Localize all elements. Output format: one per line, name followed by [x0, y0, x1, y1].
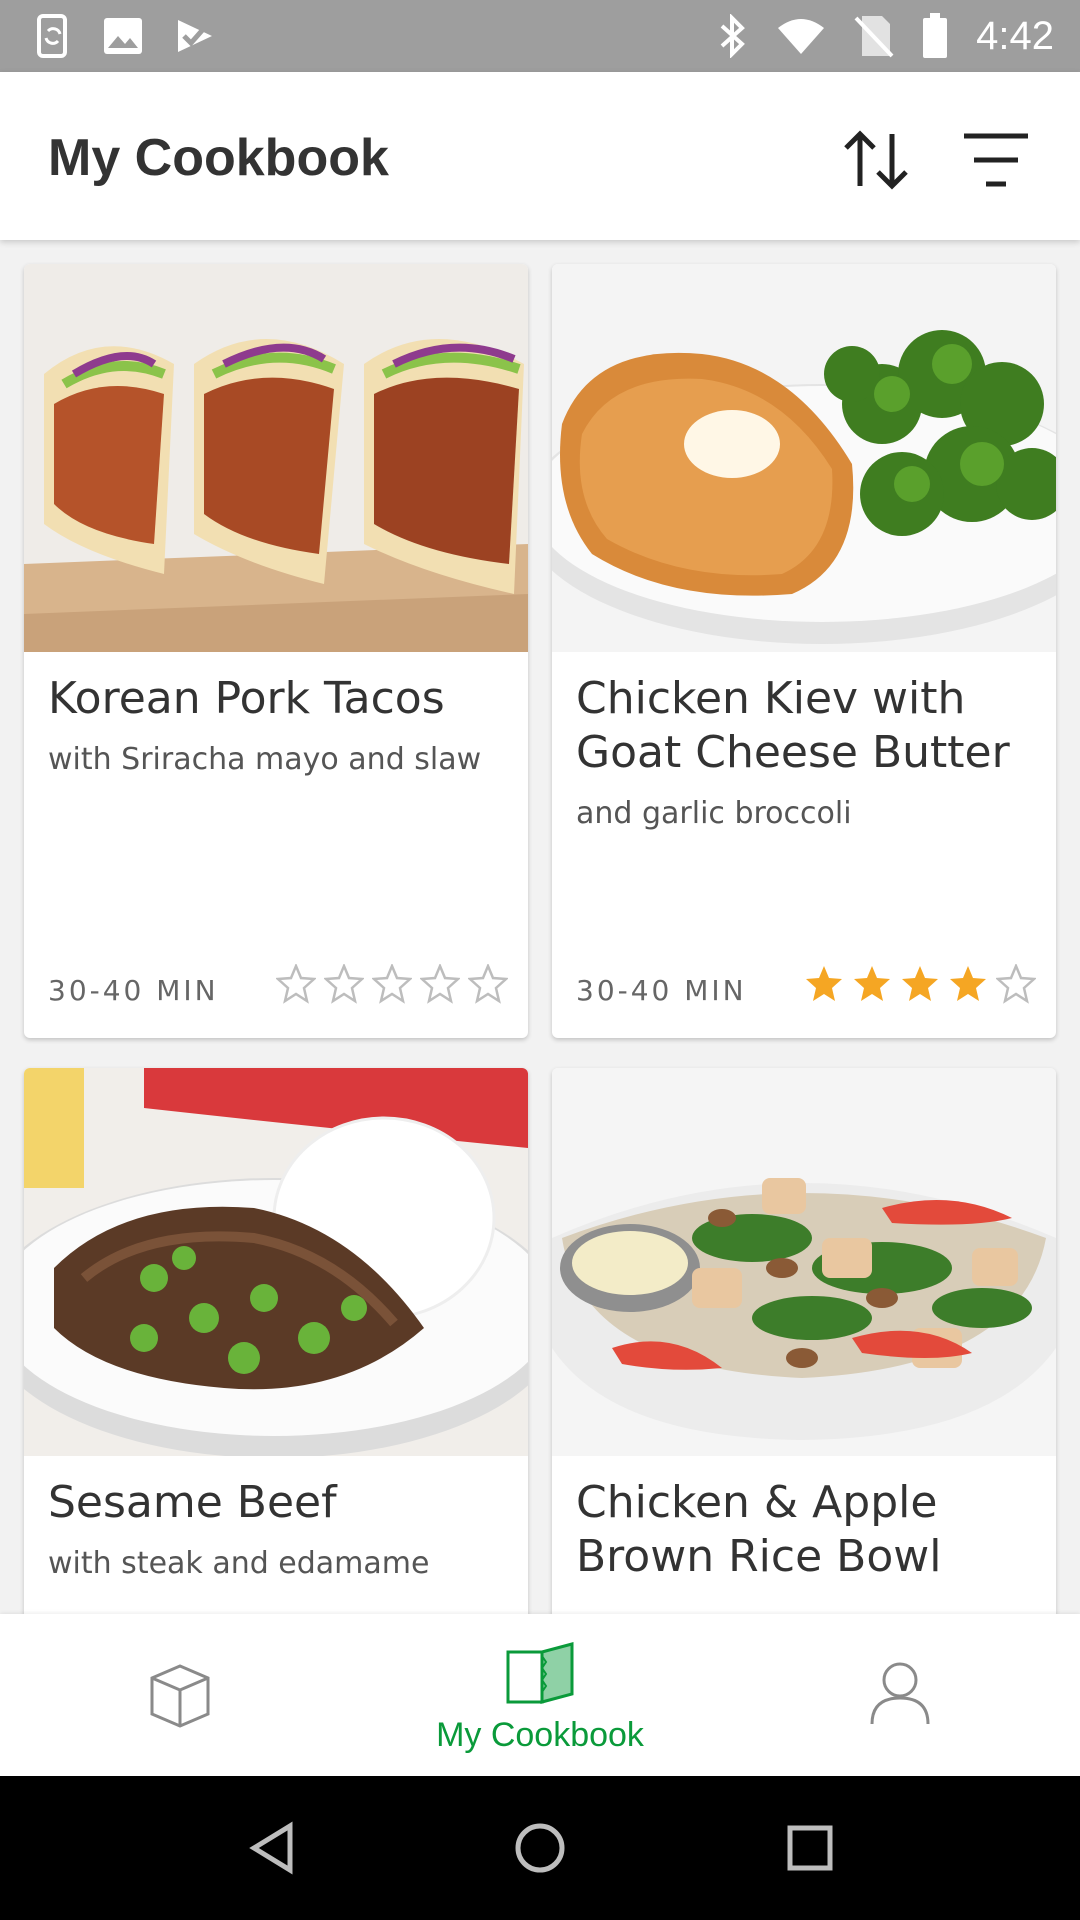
recipe-photo-chicken-kiev	[552, 264, 1056, 652]
star-empty-icon[interactable]	[468, 964, 508, 1004]
nav-label: My Cookbook	[436, 1716, 644, 1754]
recipe-subtitle: with Sriracha mayo and slaw	[48, 742, 482, 777]
cook-time: 30-40 MIN	[48, 974, 219, 1007]
star-filled-icon[interactable]	[948, 964, 988, 1004]
app-bar: My Cookbook	[0, 72, 1080, 240]
recipe-subtitle: with steak and edamame	[48, 1546, 430, 1581]
nav-my-cookbook[interactable]: My Cookbook	[360, 1614, 720, 1776]
bluetooth-icon	[720, 14, 746, 58]
recipe-photo-chicken-apple-bowl	[552, 1068, 1056, 1456]
checkmark-play-icon	[178, 20, 212, 52]
filter-button[interactable]	[956, 120, 1036, 200]
nav-profile[interactable]	[720, 1614, 1080, 1776]
sort-button[interactable]	[836, 120, 916, 200]
cook-time: 30-40 MIN	[576, 974, 747, 1007]
rating-stars[interactable]	[276, 964, 508, 1004]
star-filled-icon[interactable]	[900, 964, 940, 1004]
phone-sync-icon	[37, 14, 67, 58]
sort-icon	[844, 130, 908, 190]
recipe-card[interactable]: Sesame Beef with steak and edamame	[24, 1068, 528, 1614]
nav-deliveries[interactable]	[0, 1614, 360, 1776]
star-filled-icon[interactable]	[804, 964, 844, 1004]
image-icon	[104, 18, 142, 54]
bottom-navigation: My Cookbook	[0, 1614, 1080, 1776]
system-status: 4:42	[718, 12, 1054, 60]
star-empty-icon[interactable]	[420, 964, 460, 1004]
recipe-grid: Korean Pork Tacos with Sriracha mayo and…	[0, 240, 1080, 1614]
recipe-subtitle: and garlic broccoli	[576, 796, 852, 831]
page-title: My Cookbook	[48, 129, 389, 187]
recipe-card[interactable]: Korean Pork Tacos with Sriracha mayo and…	[24, 264, 528, 1038]
wifi-icon	[778, 19, 825, 54]
star-empty-icon[interactable]	[324, 964, 364, 1004]
battery-icon	[923, 13, 948, 58]
system-navigation-bar	[0, 1776, 1080, 1920]
filter-icon	[964, 133, 1028, 187]
recipe-photo-tacos	[24, 264, 528, 652]
profile-icon	[870, 1662, 930, 1725]
recipe-title: Korean Pork Tacos with Sriracha mayo and…	[48, 672, 508, 780]
status-bar: 4:42	[0, 0, 1080, 72]
back-icon[interactable]	[244, 1820, 300, 1876]
recipe-title: Chicken & Apple Brown Rice Bowl	[576, 1477, 942, 1582]
no-sim-icon	[854, 16, 894, 58]
star-filled-icon[interactable]	[852, 964, 892, 1004]
recipe-card[interactable]: Chicken Kiev with Goat Cheese Butter and…	[552, 264, 1056, 1038]
rating-stars[interactable]	[804, 964, 1036, 1004]
notification-icons	[36, 12, 216, 60]
recents-icon[interactable]	[782, 1820, 838, 1876]
star-empty-icon[interactable]	[276, 964, 316, 1004]
recipe-title: Chicken Kiev with Goat Cheese Butter and…	[576, 672, 1036, 834]
star-empty-icon[interactable]	[372, 964, 412, 1004]
star-empty-icon[interactable]	[996, 964, 1036, 1004]
home-icon[interactable]	[512, 1820, 568, 1876]
recipe-card[interactable]: Chicken & Apple Brown Rice Bowl	[552, 1068, 1056, 1614]
clock: 4:42	[976, 13, 1054, 58]
box-icon	[150, 1664, 210, 1728]
cookbook-icon	[506, 1642, 574, 1704]
recipe-photo-sesame-beef	[24, 1068, 528, 1456]
recipe-title: Sesame Beef with steak and edamame	[48, 1476, 508, 1584]
